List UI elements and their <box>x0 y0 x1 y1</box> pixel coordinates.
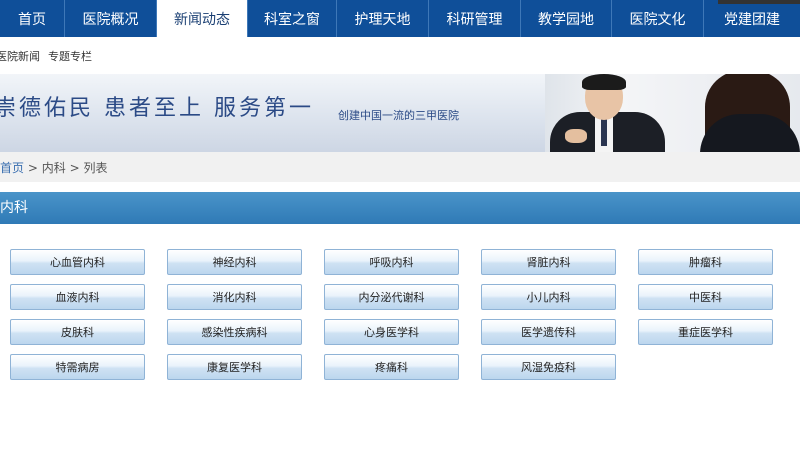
banner-photo-man-hair <box>582 74 626 90</box>
banner-photo-man-tie <box>601 116 607 146</box>
nav-item-news[interactable]: 新闻动态 <box>157 0 248 37</box>
nav-item-home[interactable]: 首页 <box>0 0 65 37</box>
dept-button-dermatology[interactable]: 皮肤科 <box>10 319 145 345</box>
dept-button-genetics[interactable]: 医学遗传科 <box>481 319 616 345</box>
dept-button-special-ward[interactable]: 特需病房 <box>10 354 145 380</box>
dept-button-pain[interactable]: 疼痛科 <box>324 354 459 380</box>
subnav-item-hospital-news[interactable]: 医院新闻 <box>0 48 40 64</box>
breadcrumb-separator: > <box>27 161 38 175</box>
subnav-item-special-column[interactable]: 专题专栏 <box>48 48 92 64</box>
banner-photo <box>545 74 800 152</box>
hero-banner: 崇德佑民 患者至上 服务第一 创建中国一流的三甲医院 <box>0 74 800 152</box>
banner-slogan: 崇德佑民 患者至上 服务第一 <box>0 96 314 121</box>
nav-item-departments[interactable]: 科室之窗 <box>248 0 337 37</box>
dept-button-hematology[interactable]: 血液内科 <box>10 284 145 310</box>
breadcrumb-section[interactable]: 内科 <box>42 161 66 175</box>
breadcrumb: 首页 > 内科 > 列表 <box>0 152 800 182</box>
breadcrumb-separator: > <box>69 161 80 175</box>
dept-button-nephrology[interactable]: 肾脏内科 <box>481 249 616 275</box>
section-title: 内科 <box>0 200 28 216</box>
dept-button-neurology[interactable]: 神经内科 <box>167 249 302 275</box>
dept-button-tcm[interactable]: 中医科 <box>638 284 773 310</box>
dept-button-infectious[interactable]: 感染性疾病科 <box>167 319 302 345</box>
nav-item-party[interactable]: 党建团建 <box>704 0 800 37</box>
section-header: 内科 <box>0 192 800 224</box>
dept-button-rheumatology[interactable]: 风湿免疫科 <box>481 354 616 380</box>
nav-item-teaching[interactable]: 教学园地 <box>521 0 612 37</box>
dept-button-pediatrics[interactable]: 小儿内科 <box>481 284 616 310</box>
dept-button-gastroenterology[interactable]: 消化内科 <box>167 284 302 310</box>
dept-button-critical-care[interactable]: 重症医学科 <box>638 319 773 345</box>
banner-tagline: 创建中国一流的三甲医院 <box>338 109 459 122</box>
nav-item-hospital-overview[interactable]: 医院概况 <box>65 0 157 37</box>
breadcrumb-current: 列表 <box>83 161 108 175</box>
nav-item-culture[interactable]: 医院文化 <box>612 0 704 37</box>
dept-button-endocrinology[interactable]: 内分泌代谢科 <box>324 284 459 310</box>
nav-item-research[interactable]: 科研管理 <box>429 0 521 37</box>
main-nav: 首页 医院概况 新闻动态 科室之窗 护理天地 科研管理 教学园地 医院文化 党建… <box>0 0 800 37</box>
nav-item-nursing[interactable]: 护理天地 <box>337 0 429 37</box>
dept-button-psychosomatic[interactable]: 心身医学科 <box>324 319 459 345</box>
breadcrumb-home[interactable]: 首页 <box>0 161 24 175</box>
banner-photo-man-hand <box>565 129 587 143</box>
dept-button-cardiology[interactable]: 心血管内科 <box>10 249 145 275</box>
dept-button-oncology[interactable]: 肿瘤科 <box>638 249 773 275</box>
dept-button-rehabilitation[interactable]: 康复医学科 <box>167 354 302 380</box>
sub-nav: 医院新闻 专题专栏 <box>0 44 92 68</box>
dept-button-respiratory[interactable]: 呼吸内科 <box>324 249 459 275</box>
nav-corner-strip <box>718 0 800 4</box>
